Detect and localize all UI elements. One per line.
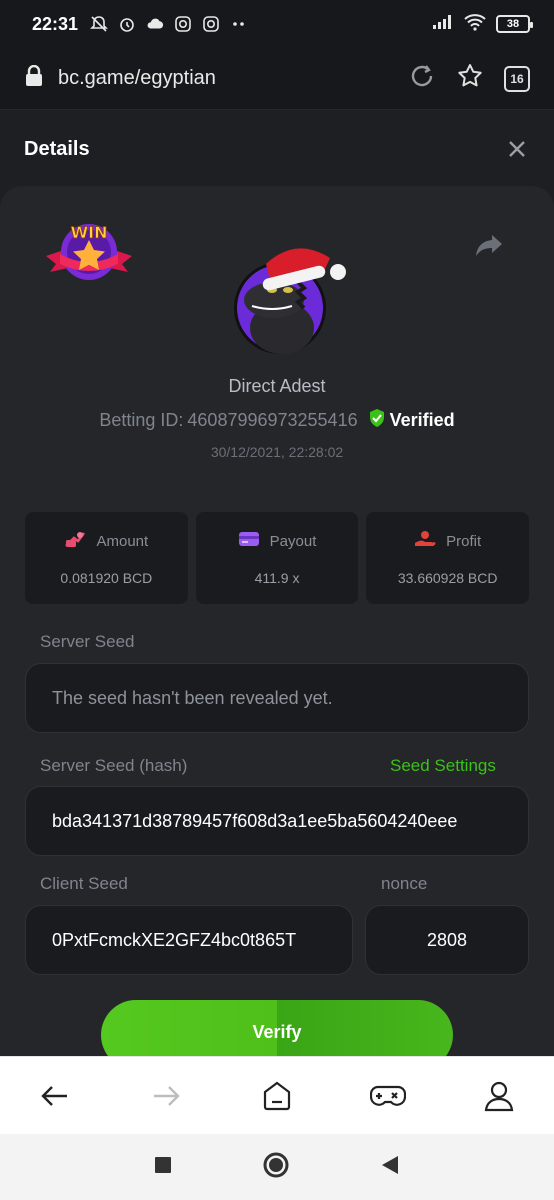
payout-card-icon — [238, 530, 260, 552]
page-title: Details — [24, 137, 90, 160]
server-seed-label: Server Seed — [40, 632, 135, 651]
stat-value: 0.081920 BCD — [60, 570, 153, 586]
status-bar: 22:31 38 — [0, 0, 554, 48]
signal-icon — [432, 14, 454, 35]
instagram-icon — [202, 15, 220, 33]
stat-card-amount: Amount 0.081920 BCD — [25, 512, 188, 604]
win-badge-text: WIN — [71, 223, 108, 242]
close-icon[interactable] — [504, 136, 530, 162]
more-dots-icon — [230, 15, 248, 33]
bookmark-star-icon[interactable] — [456, 62, 484, 95]
server-seed-hash-field[interactable]: bda341371d38789457f608d3a1ee5ba5604240ee… — [25, 786, 529, 856]
battery-icon: 38 — [496, 15, 533, 33]
details-header: Details — [0, 110, 554, 188]
reload-icon[interactable] — [408, 62, 436, 95]
status-time: 22:31 — [32, 13, 79, 34]
client-seed-label: Client Seed — [40, 874, 128, 893]
avatar — [226, 232, 356, 362]
stat-value: 411.9 x — [254, 570, 300, 586]
muted-bell-icon — [90, 15, 108, 33]
wifi-icon — [464, 13, 486, 36]
profit-hand-icon — [414, 530, 436, 552]
home-icon[interactable] — [252, 1071, 302, 1121]
gamepad-icon[interactable] — [363, 1071, 413, 1121]
stat-card-payout: Payout 411.9 x — [195, 512, 359, 604]
nonce-field[interactable]: 2808 — [365, 905, 529, 975]
seed-settings-link[interactable]: Seed Settings — [390, 756, 496, 776]
instagram-icon — [174, 15, 192, 33]
alarm-icon — [118, 15, 136, 33]
betting-id-value: 46087996973255416 — [187, 410, 358, 430]
share-icon[interactable] — [474, 232, 504, 260]
verified-badge: Verified — [368, 408, 455, 433]
stat-label: Amount — [96, 532, 149, 550]
shield-check-icon — [368, 408, 386, 433]
stat-label: Payout — [269, 532, 317, 550]
browser-bottom-nav — [0, 1056, 554, 1134]
client-seed-field[interactable]: 0PxtFcmckXE2GFZ4bc0t865T — [25, 905, 353, 975]
user-name[interactable]: Direct Adest — [0, 376, 554, 397]
forward-arrow-icon[interactable] — [141, 1071, 191, 1121]
profile-icon[interactable] — [474, 1071, 524, 1121]
server-seed-field[interactable]: The seed hasn't been revealed yet. — [25, 663, 529, 733]
betting-id-row: Betting ID: 46087996973255416 Verified — [0, 408, 554, 433]
betting-id-label: Betting ID: — [99, 410, 184, 430]
win-badge: WIN — [44, 216, 134, 286]
nonce-label: nonce — [381, 874, 428, 893]
bet-stats: Amount 0.081920 BCD Payout 411.9 x Profi… — [25, 512, 530, 604]
amount-icon — [64, 530, 86, 552]
back-triangle-icon[interactable] — [380, 1155, 400, 1180]
android-system-nav — [0, 1134, 554, 1200]
status-system-icons: 38 — [432, 13, 533, 36]
verify-button[interactable]: Verify — [101, 1000, 453, 1056]
details-modal: Details WIN Direct Adest Betting ID: 460… — [0, 110, 554, 1056]
stat-label: Profit — [446, 532, 482, 550]
stat-value: 33.660928 BCD — [397, 570, 498, 586]
lock-icon — [24, 64, 44, 92]
home-circle-icon[interactable] — [262, 1151, 290, 1184]
tab-count-button[interactable]: 16 — [504, 65, 530, 92]
status-notification-icons — [90, 15, 248, 33]
stat-card-profit: Profit 33.660928 BCD — [366, 512, 530, 604]
bet-timestamp: 30/12/2021, 22:28:02 — [210, 444, 344, 460]
cloud-icon — [146, 15, 164, 33]
url-text[interactable]: bc.game/egyptian — [58, 67, 216, 90]
browser-url-bar: bc.game/egyptian 16 — [0, 48, 554, 110]
verified-label: Verified — [389, 410, 455, 430]
recents-square-icon[interactable] — [154, 1156, 172, 1179]
back-arrow-icon[interactable] — [30, 1071, 80, 1121]
details-panel: WIN Direct Adest Betting ID: 46087996973… — [0, 186, 554, 1056]
server-seed-hash-label: Server Seed (hash) — [40, 756, 188, 775]
